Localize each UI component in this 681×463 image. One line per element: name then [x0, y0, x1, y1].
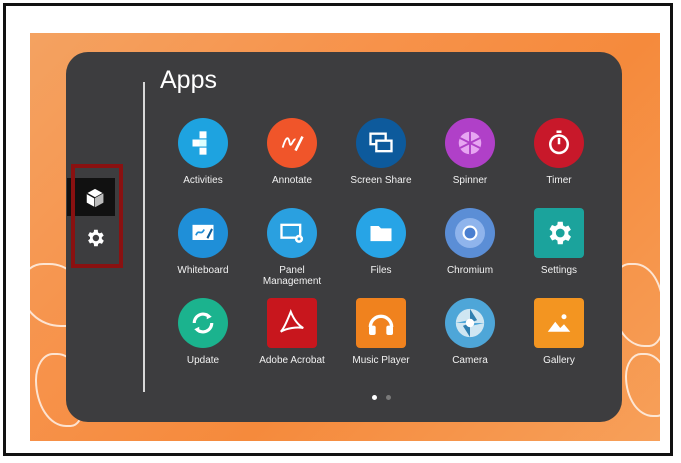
app-label: Panel Management: [262, 265, 322, 287]
app-label: Settings: [540, 265, 578, 276]
update-icon: [178, 298, 228, 348]
chromium-icon: [445, 208, 495, 258]
spinner-icon: [445, 118, 495, 168]
activities-icon: [178, 118, 228, 168]
app-label: Music Player: [352, 355, 410, 366]
app-panel-management[interactable]: Panel Management: [252, 208, 332, 287]
app-label: Files: [370, 265, 392, 276]
app-adobe-acrobat[interactable]: Adobe Acrobat: [252, 298, 332, 366]
files-icon: [356, 208, 406, 258]
screen-share-icon: [356, 118, 406, 168]
apps-title: Apps: [160, 66, 217, 94]
app-label: Whiteboard: [177, 265, 229, 276]
app-camera[interactable]: Camera: [430, 298, 510, 366]
app-timer[interactable]: Timer: [519, 118, 599, 186]
music-player-icon: [356, 298, 406, 348]
app-label: Activities: [183, 175, 223, 186]
app-gallery[interactable]: Gallery: [519, 298, 599, 366]
whiteboard-icon: [178, 208, 228, 258]
pager-dot-active[interactable]: [372, 395, 377, 400]
app-label: Adobe Acrobat: [259, 355, 325, 366]
app-settings[interactable]: Settings: [519, 208, 599, 276]
app-activities[interactable]: Activities: [163, 118, 243, 186]
panel-management-icon: [267, 208, 317, 258]
app-label: Gallery: [543, 355, 575, 366]
app-chromium[interactable]: Chromium: [430, 208, 510, 276]
app-spinner[interactable]: Spinner: [430, 118, 510, 186]
app-label: Screen Share: [350, 175, 412, 186]
settings-icon: [534, 208, 584, 258]
pager-dot[interactable]: [386, 395, 391, 400]
app-label: Spinner: [452, 175, 488, 186]
gallery-icon: [534, 298, 584, 348]
app-screen-share[interactable]: Screen Share: [341, 118, 421, 186]
app-label: Annotate: [271, 175, 313, 186]
adobe-acrobat-icon: [267, 298, 317, 348]
app-update[interactable]: Update: [163, 298, 243, 366]
app-whiteboard[interactable]: Whiteboard: [163, 208, 243, 276]
app-label: Timer: [546, 175, 572, 186]
sidebar-selection-highlight: [71, 164, 123, 268]
timer-icon: [534, 118, 584, 168]
app-label: Camera: [452, 355, 488, 366]
sidebar-divider: [143, 82, 145, 392]
annotate-icon: [267, 118, 317, 168]
app-label: Chromium: [446, 265, 494, 276]
app-music-player[interactable]: Music Player: [341, 298, 421, 366]
app-files[interactable]: Files: [341, 208, 421, 276]
app-annotate[interactable]: Annotate: [252, 118, 332, 186]
app-label: Update: [186, 355, 220, 366]
camera-icon: [445, 298, 495, 348]
